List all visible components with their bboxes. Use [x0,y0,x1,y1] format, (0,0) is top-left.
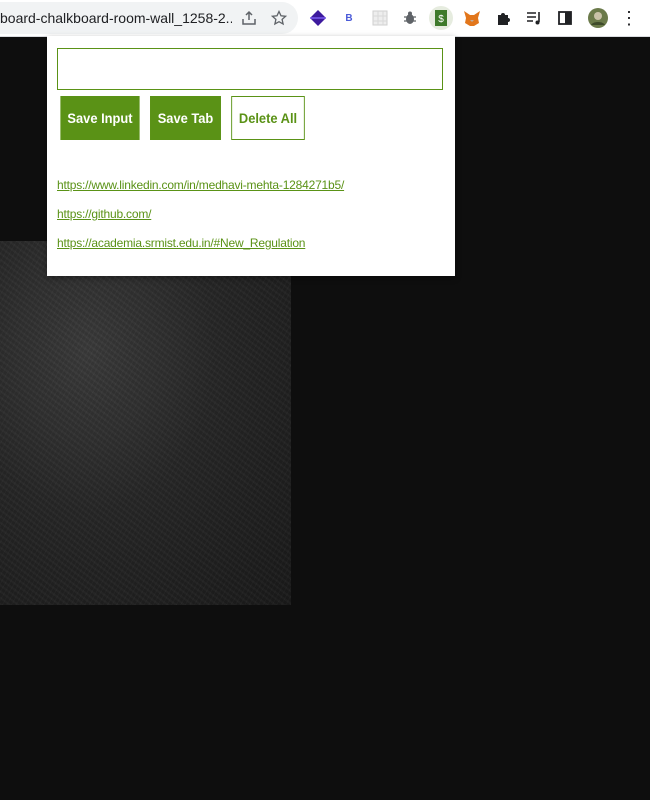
save-input-button[interactable]: Save Input [60,96,140,140]
lead-link-github[interactable]: https://github.com/ [57,207,151,221]
saved-leads-list: https://www.linkedin.com/in/medhavi-meht… [57,176,344,263]
chalkboard-background-image [0,241,291,605]
grid-extension-icon[interactable] [368,6,392,30]
lead-link-academia[interactable]: https://academia.srmist.edu.in/#New_Regu… [57,236,305,250]
media-queue-icon[interactable] [522,6,546,30]
dollar-extension-icon[interactable]: $ [429,6,453,30]
url-text[interactable]: board-chalkboard-room-wall_1258-2... [0,10,232,26]
browser-toolbar: board-chalkboard-room-wall_1258-2... B $ [0,0,650,37]
b-extension-icon[interactable]: B [337,6,361,30]
fox-icon[interactable] [460,6,484,30]
address-bar[interactable]: board-chalkboard-room-wall_1258-2... [0,2,298,34]
purple-diamond-icon[interactable] [306,6,330,30]
star-icon[interactable] [267,6,291,30]
delete-all-button[interactable]: Delete All [231,96,305,140]
puzzle-icon[interactable] [491,6,515,30]
list-item: https://www.linkedin.com/in/medhavi-meht… [57,176,344,205]
more-menu-icon[interactable]: ⋮ [617,6,641,30]
bug-icon[interactable] [398,6,422,30]
list-item: https://academia.srmist.edu.in/#New_Regu… [57,234,344,263]
extensions-area: B $ ⋮ [303,3,649,33]
extension-popup: Save Input Save Tab Delete All https://w… [47,36,455,276]
side-panel-icon[interactable] [553,6,577,30]
share-icon[interactable] [237,6,261,30]
lead-input[interactable] [57,48,443,90]
list-item: https://github.com/ [57,205,344,234]
svg-text:$: $ [438,14,444,25]
lead-link-linkedin[interactable]: https://www.linkedin.com/in/medhavi-meht… [57,178,344,192]
avatar[interactable] [586,6,610,30]
save-tab-button[interactable]: Save Tab [150,96,221,140]
